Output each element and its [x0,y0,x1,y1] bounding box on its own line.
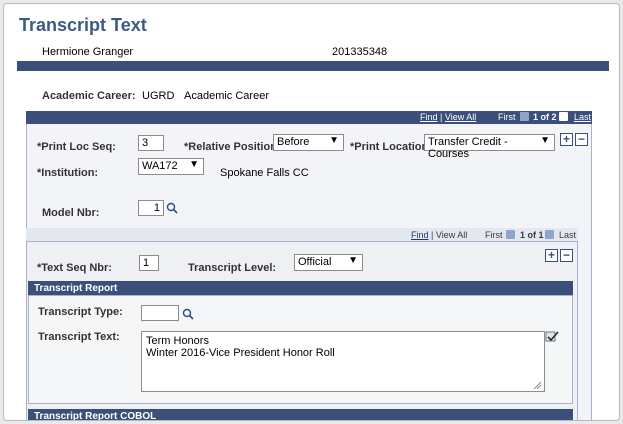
print-loc-seq-input[interactable] [138,135,164,151]
delete-row-button[interactable]: − [575,133,588,146]
institution-select[interactable]: WA172 ▼ [138,158,204,175]
academic-career-desc: Academic Career [184,90,269,102]
relative-position-select[interactable]: Before ▼ [273,134,344,151]
academic-career-code: UGRD [142,90,175,102]
text-seq-input[interactable] [139,255,159,271]
transcript-text-label: Transcript Text: [38,331,120,343]
row-range: 1 of 1 [520,230,544,240]
add-row-button[interactable]: + [545,249,558,262]
transcript-type-label: Transcript Type: [38,306,123,318]
chevron-down-icon: ▼ [189,159,199,170]
model-nbr-label: Model Nbr: [42,207,100,219]
find-link[interactable]: Find [420,112,438,122]
spell-check-icon[interactable] [545,331,559,347]
resize-grip-icon[interactable] [533,381,542,393]
institution-label: *Institution: [37,167,99,179]
search-icon[interactable] [182,308,194,323]
transcript-level-label: Transcript Level: [188,262,277,274]
nav-separator: | [440,112,443,122]
last-link[interactable]: Last [574,112,591,122]
transcript-text-area[interactable]: Term Honors Winter 2016-Vice President H… [141,331,545,392]
nav-separator: | [431,230,434,240]
transcript-report-cobol-header: Transcript Report COBOL [28,409,573,420]
add-row-button[interactable]: + [560,133,573,146]
first-label: First [498,112,516,122]
relative-position-value: Before [277,136,310,148]
last-link[interactable]: Last [559,230,576,240]
next-arrow-icon[interactable] [545,230,554,239]
transcript-report-header: Transcript Report [28,281,573,295]
find-link[interactable]: Find [411,230,429,240]
chevron-down-icon: ▼ [348,255,358,266]
page-frame: Transcript Text Hermione Granger 2013353… [3,3,620,421]
search-icon[interactable] [166,202,178,217]
relative-position-label: *Relative Position: [184,141,281,153]
first-arrow-icon[interactable] [520,112,529,121]
student-name: Hermione Granger [42,46,134,58]
transcript-level-select[interactable]: Official ▼ [294,254,363,271]
text-seq-label: *Text Seq Nbr: [37,262,112,274]
transcript-level-value: Official [298,256,332,268]
chevron-down-icon: ▼ [329,135,339,146]
view-all-link[interactable]: View All [445,112,476,122]
first-label: First [485,230,503,240]
institution-name: Spokane Falls CC [220,167,309,179]
header-divider-bar [17,61,609,71]
model-nbr-input[interactable] [138,200,164,216]
student-id: 201335348 [332,46,388,58]
print-loc-seq-label: *Print Loc Seq: [37,141,116,153]
inner-scroll-nav-bar: Find | View All First 1 of 1 Last [26,228,578,242]
transcript-type-input[interactable] [141,305,179,321]
academic-career-label: Academic Career: [42,90,136,102]
institution-value: WA172 [142,160,178,172]
page-title: Transcript Text [19,15,147,35]
print-location-select[interactable]: Transfer Credit - Courses ▼ [424,134,555,160]
delete-row-button[interactable]: − [560,249,573,262]
row-range: 1 of 2 [533,112,557,122]
next-arrow-icon[interactable] [559,112,568,121]
scroll-nav-bar: Find | View All First 1 of 2 Last [26,111,592,124]
print-location-label: *Print Location: [350,141,432,153]
chevron-down-icon: ▼ [540,135,550,146]
first-arrow-icon[interactable] [506,230,515,239]
view-all-link[interactable]: View All [436,230,467,240]
